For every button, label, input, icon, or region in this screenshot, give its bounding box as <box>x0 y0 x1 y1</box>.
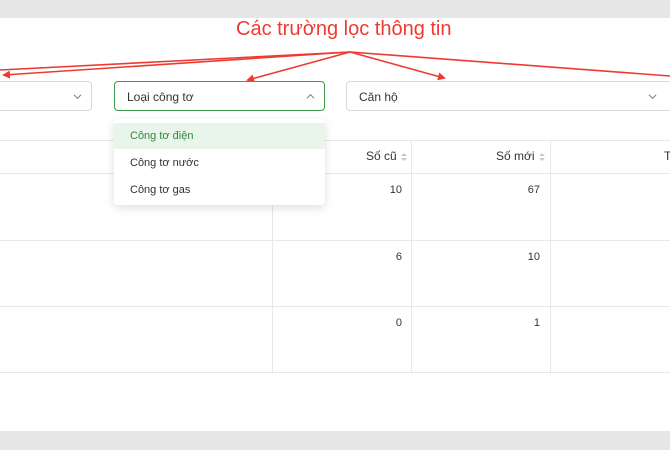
column-header-partial[interactable]: T <box>664 149 670 163</box>
table-cell-old: 6 <box>395 251 402 263</box>
column-header-label: Số mới <box>496 149 535 163</box>
sort-icon <box>400 153 407 161</box>
table-divider <box>0 306 670 307</box>
filter-select-value: Loại công tơ <box>127 90 194 104</box>
table-divider <box>0 173 670 174</box>
dropdown-option-gas[interactable]: Công tơ gas <box>114 177 325 203</box>
dropdown-option-water[interactable]: Công tơ nước <box>114 150 325 176</box>
apartment-select[interactable]: Căn hộ <box>346 81 670 111</box>
filter-select-1[interactable] <box>0 81 92 111</box>
annotation-label: Các trường lọc thông tin <box>236 18 452 40</box>
filter-select-value: Căn hộ <box>359 90 398 104</box>
table-cell-new: 1 <box>533 317 540 329</box>
table-cell-old: 0 <box>395 317 402 329</box>
table-divider <box>0 140 670 141</box>
column-header-label: Số cũ <box>366 149 397 163</box>
table-divider <box>0 240 670 241</box>
meter-type-select[interactable]: Loại công tơ <box>114 81 325 111</box>
sort-icon <box>538 153 545 161</box>
column-divider <box>411 140 412 373</box>
meter-table: Số cũ Số mới T 10 67 6 10 0 1 <box>0 140 670 373</box>
column-header-old[interactable]: Số cũ <box>366 149 407 163</box>
chevron-down-icon <box>73 94 82 100</box>
table-cell-old: 10 <box>389 184 402 196</box>
chevron-down-icon <box>648 94 657 100</box>
table-divider <box>0 372 670 373</box>
column-header-new[interactable]: Số mới <box>496 149 545 163</box>
chevron-up-icon <box>306 93 315 99</box>
dropdown-option-electric[interactable]: Công tơ điện <box>114 123 325 149</box>
column-divider <box>550 140 551 373</box>
table-cell-new: 67 <box>527 184 540 196</box>
screenshot-stage: Các trường lọc thông tin Loại công tơ Că… <box>0 0 670 450</box>
meter-type-dropdown: Công tơ điện Công tơ nước Công tơ gas <box>114 119 325 205</box>
table-cell-new: 10 <box>527 251 540 263</box>
